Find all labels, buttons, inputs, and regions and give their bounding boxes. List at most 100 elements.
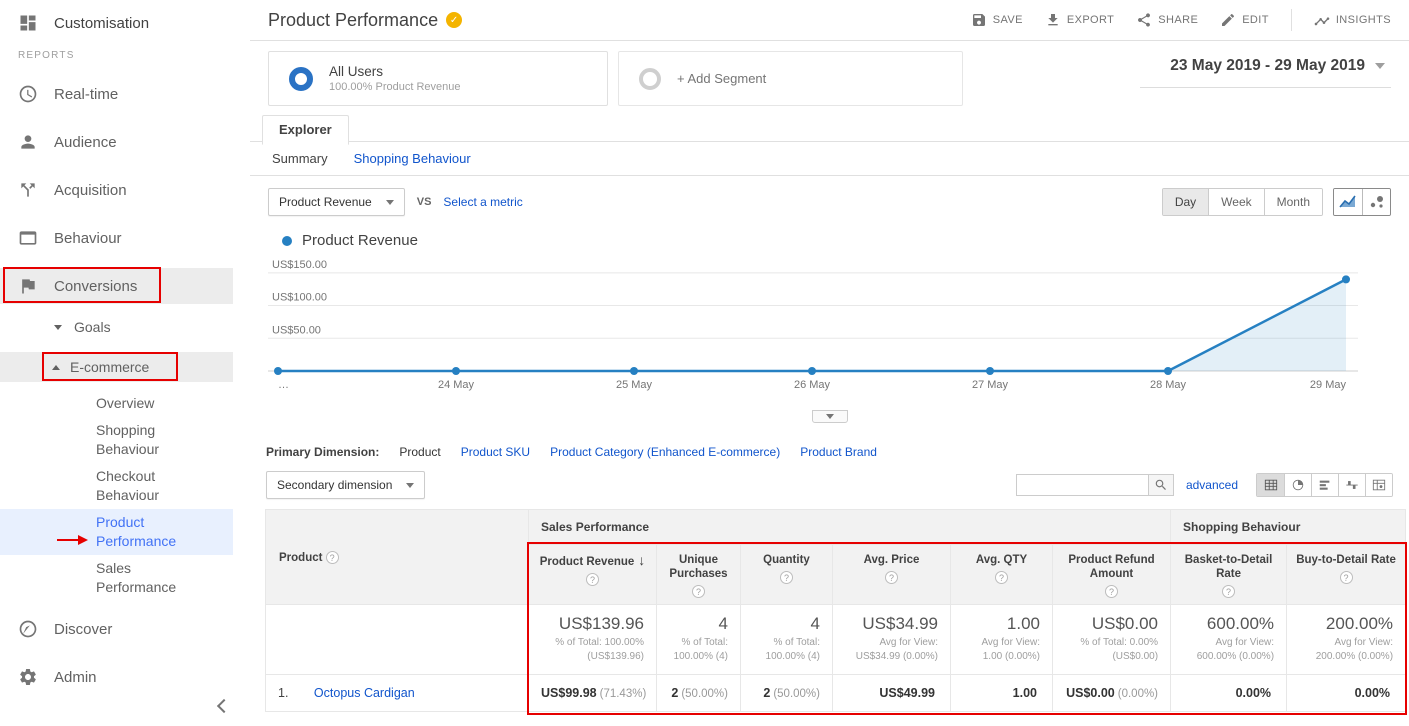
add-segment-icon: [639, 68, 661, 90]
date-range-picker[interactable]: 23 May 2019 - 29 May 2019: [1140, 51, 1391, 88]
svg-text:US$100.00: US$100.00: [272, 292, 327, 304]
revenue-chart-svg[interactable]: US$50.00US$100.00US$150.00…24 May25 May2…: [268, 251, 1358, 403]
sidebar-item-realtime[interactable]: Real-time: [0, 70, 250, 118]
sidebar-item-audience[interactable]: Audience: [0, 118, 250, 166]
help-icon[interactable]: ?: [692, 585, 705, 598]
svg-text:28 May: 28 May: [1150, 379, 1187, 391]
help-icon[interactable]: ?: [1340, 571, 1353, 584]
performance-view-button[interactable]: [1311, 474, 1338, 496]
sidebar-item-checkout-behaviour[interactable]: Checkout Behaviour: [0, 463, 233, 509]
column-avg-qty[interactable]: Avg. QTY ?: [951, 545, 1053, 605]
dimension-product-brand[interactable]: Product Brand: [800, 445, 877, 459]
help-icon[interactable]: ?: [1105, 585, 1118, 598]
search-icon: [1154, 478, 1168, 492]
share-button[interactable]: SHARE: [1136, 12, 1198, 28]
granularity-day-button[interactable]: Day: [1163, 189, 1208, 215]
window-icon: [18, 228, 38, 248]
divider: [1291, 9, 1292, 31]
column-quantity[interactable]: Quantity ?: [741, 545, 833, 605]
table-search: advanced: [1016, 473, 1393, 497]
help-icon[interactable]: ?: [995, 571, 1008, 584]
segment-all-users[interactable]: All Users 100.00% Product Revenue: [268, 51, 608, 106]
edit-button[interactable]: EDIT: [1220, 12, 1269, 28]
search-input[interactable]: [1016, 474, 1148, 496]
metric-toolbar: Product Revenue VS Select a metric Day W…: [250, 176, 1409, 216]
subtab-shopping-behaviour[interactable]: Shopping Behaviour: [354, 151, 471, 166]
sidebar-item-admin[interactable]: Admin: [0, 653, 250, 701]
legend-label: Product Revenue: [302, 232, 418, 249]
collapse-sidebar-icon[interactable]: [214, 698, 230, 714]
sidebar-item-customisation[interactable]: Customisation: [0, 0, 250, 46]
chevron-down-icon: [1375, 63, 1385, 69]
metric-cell: US$49.99: [833, 675, 951, 712]
search-button[interactable]: [1148, 474, 1174, 496]
sidebar-item-goals[interactable]: Goals: [0, 310, 250, 344]
metric-dropdown[interactable]: Product Revenue: [268, 188, 405, 216]
bar-chart-icon: [1318, 478, 1332, 492]
column-product-refund-amount[interactable]: Product Refund Amount ?: [1053, 545, 1171, 605]
main-content: Product Performance ✓ SAVE EXPORT SHARE …: [250, 0, 1409, 712]
granularity-month-button[interactable]: Month: [1264, 189, 1322, 215]
chart-collapse-toggle[interactable]: [812, 410, 848, 423]
svg-text:US$150.00: US$150.00: [272, 259, 327, 271]
pivot-icon: [1372, 478, 1386, 492]
nav-label: Acquisition: [54, 182, 127, 199]
sidebar-item-overview[interactable]: Overview: [0, 390, 233, 417]
sidebar-item-discover[interactable]: Discover: [0, 605, 250, 653]
secondary-dimension-dropdown[interactable]: Secondary dimension: [266, 471, 425, 499]
column-product[interactable]: Product ?: [266, 510, 529, 605]
dimension-product-sku[interactable]: Product SKU: [461, 445, 530, 459]
sidebar-item-product-performance[interactable]: Product Performance: [0, 509, 233, 555]
svg-text:26 May: 26 May: [794, 379, 831, 391]
column-avg-price[interactable]: Avg. Price ?: [833, 545, 951, 605]
dimension-product[interactable]: Product: [399, 445, 440, 459]
column-basket-to-detail[interactable]: Basket-to-Detail Rate ?: [1171, 545, 1287, 605]
data-table-view-button[interactable]: [1257, 474, 1284, 496]
product-table: Product ? Sales Performance Shopping Beh…: [265, 509, 1406, 712]
comparison-view-button[interactable]: [1338, 474, 1365, 496]
help-icon[interactable]: ?: [1222, 585, 1235, 598]
line-chart-view-button[interactable]: [1334, 189, 1362, 215]
motion-chart-view-button[interactable]: [1362, 189, 1390, 215]
sidebar-item-behaviour[interactable]: Behaviour: [0, 214, 250, 262]
help-icon[interactable]: ?: [885, 571, 898, 584]
sidebar-item-conversions[interactable]: Conversions: [0, 262, 250, 310]
export-button[interactable]: EXPORT: [1045, 12, 1114, 28]
metric-cell: US$99.98(71.43%): [529, 675, 657, 712]
chevron-down-icon: [386, 200, 394, 205]
date-range-text: 23 May 2019 - 29 May 2019: [1170, 57, 1365, 75]
ecommerce-label: E-commerce: [70, 359, 149, 375]
insights-button[interactable]: INSIGHTS: [1314, 12, 1391, 28]
column-unique-purchases[interactable]: Unique Purchases ?: [657, 545, 741, 605]
pivot-view-button[interactable]: [1365, 474, 1392, 496]
percentage-view-button[interactable]: [1284, 474, 1311, 496]
add-segment-button[interactable]: + Add Segment: [618, 51, 963, 106]
svg-text:29 May: 29 May: [1310, 379, 1347, 391]
svg-text:…: …: [278, 379, 289, 391]
tab-explorer[interactable]: Explorer: [262, 115, 349, 145]
help-icon[interactable]: ?: [326, 551, 339, 564]
save-button[interactable]: SAVE: [971, 12, 1023, 28]
dimension-product-category[interactable]: Product Category (Enhanced E-commerce): [550, 445, 780, 459]
help-icon[interactable]: ?: [586, 573, 599, 586]
product-link[interactable]: Octopus Cardigan: [314, 686, 415, 700]
select-metric-link[interactable]: Select a metric: [443, 195, 522, 209]
product-column-label: Product: [279, 552, 322, 564]
sidebar-item-sales-performance[interactable]: Sales Performance: [0, 555, 233, 601]
sidebar-item-ecommerce[interactable]: E-commerce: [0, 352, 233, 382]
secondary-dimension-label: Secondary dimension: [277, 478, 392, 492]
discover-label: Discover: [54, 621, 112, 638]
advanced-search-link[interactable]: advanced: [1186, 478, 1238, 492]
metric-cell: 2(50.00%): [741, 675, 833, 712]
sort-desc-icon[interactable]: ↓: [638, 552, 645, 568]
svg-text:24 May: 24 May: [438, 379, 475, 391]
sidebar-item-shopping-behaviour[interactable]: Shopping Behaviour: [0, 417, 233, 463]
column-buy-to-detail[interactable]: Buy-to-Detail Rate ?: [1287, 545, 1406, 605]
column-product-revenue[interactable]: Product Revenue↓ ?: [529, 545, 657, 605]
subtab-summary[interactable]: Summary: [272, 151, 328, 166]
table-view-toggle: [1256, 473, 1393, 497]
sidebar-item-acquisition[interactable]: Acquisition: [0, 166, 250, 214]
metric-cell: 2(50.00%): [657, 675, 741, 712]
help-icon[interactable]: ?: [780, 571, 793, 584]
granularity-week-button[interactable]: Week: [1208, 189, 1263, 215]
